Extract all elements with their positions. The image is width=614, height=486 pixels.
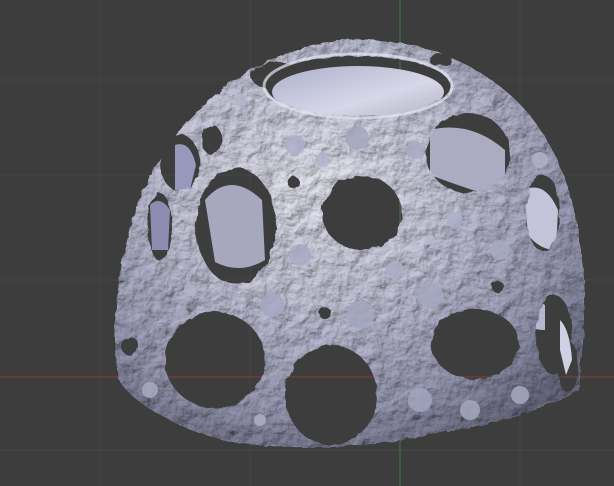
viewport-canvas[interactable] xyxy=(0,0,614,486)
dome-shell[interactable] xyxy=(115,39,584,448)
dome-mesh[interactable] xyxy=(115,39,584,448)
3d-viewport[interactable] xyxy=(0,0,614,486)
